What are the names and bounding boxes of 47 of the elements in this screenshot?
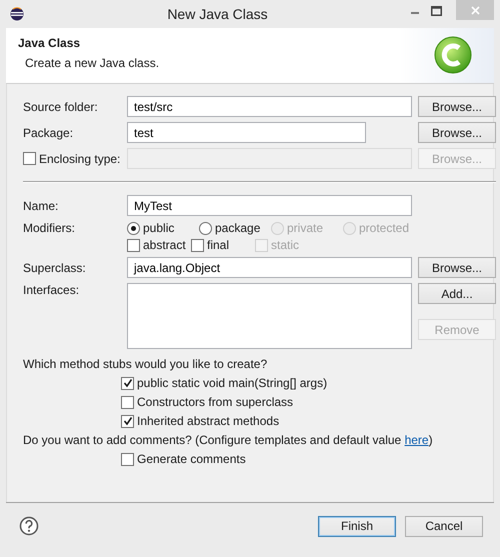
input-field[interactable]: java.lang.Object — [127, 257, 412, 278]
radio-label: private — [287, 221, 324, 235]
checkbox[interactable] — [127, 238, 140, 252]
input-field[interactable]: test — [127, 122, 366, 143]
field-label: Modifiers: — [23, 221, 76, 235]
window-title: New Java Class — [166, 6, 269, 22]
radio-button[interactable] — [127, 222, 140, 234]
field-label: Source folder: — [23, 100, 99, 114]
page-title: Java Class — [18, 36, 82, 50]
browse-button[interactable]: Browse... — [418, 257, 496, 278]
maximize-icon[interactable] — [431, 6, 442, 16]
field-label: Superclass: — [23, 260, 87, 274]
checkbox[interactable] — [121, 376, 134, 390]
help-icon[interactable] — [19, 516, 39, 536]
checkbox[interactable] — [191, 238, 204, 252]
checkbox[interactable] — [121, 452, 134, 466]
field-label: Name: — [23, 198, 60, 212]
checkbox-label: public static void main(String[] args) — [137, 376, 328, 390]
checkbox-label: abstract — [143, 238, 186, 252]
class-icon — [434, 36, 472, 74]
question-text: Which method stubs would you like to create? — [23, 357, 268, 371]
close-icon — [470, 6, 480, 14]
checkbox-label: Constructors from superclass — [137, 395, 294, 409]
input-field[interactable]: MyTest — [127, 195, 412, 216]
checkbox-label: Enclosing type: — [39, 152, 120, 166]
app-logo-icon — [10, 7, 24, 21]
checkbox-label: Inherited abstract methods — [137, 414, 280, 428]
checkbox[interactable] — [121, 414, 134, 428]
field-label: Package: — [23, 126, 74, 140]
question-text: Do you want to add comments? (Configure templates and default value here) — [23, 433, 434, 447]
add-button[interactable]: Add... — [418, 283, 496, 304]
radio-button[interactable] — [199, 222, 212, 234]
radio-label: protected — [359, 221, 410, 235]
field-label: Interfaces: — [23, 283, 80, 297]
checkbox-label: Generate comments — [137, 452, 246, 466]
browse-button[interactable]: Browse... — [418, 122, 496, 143]
browse-button[interactable]: Browse... — [418, 96, 496, 117]
finish-button[interactable]: Finish — [318, 516, 396, 536]
cancel-button[interactable]: Cancel — [405, 516, 483, 536]
checkbox-label: static — [271, 238, 300, 252]
page-message: Create a new Java class. — [25, 56, 160, 70]
here-link[interactable]: here — [404, 433, 429, 447]
checkbox[interactable] — [121, 396, 134, 408]
radio-label: public — [143, 221, 174, 235]
checkbox-label: final — [207, 238, 230, 252]
radio-label: package — [215, 221, 260, 235]
input-field[interactable]: test/src — [127, 96, 412, 117]
